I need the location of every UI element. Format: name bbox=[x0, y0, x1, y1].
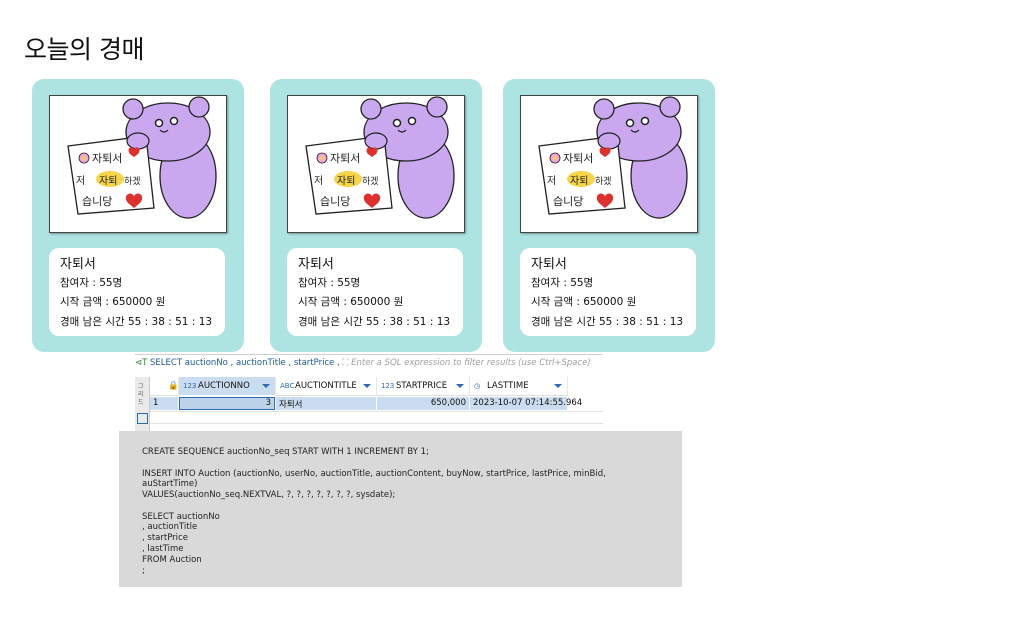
page-title: 오늘의 경매 bbox=[24, 35, 144, 64]
svg-text:습니당: 습니당 bbox=[82, 195, 112, 208]
card-title: 자퇴서 bbox=[531, 257, 567, 272]
code-line: auStartTime) bbox=[142, 479, 198, 489]
filter-query: SELECT auctionNo , auctionTitle , startP… bbox=[150, 358, 340, 368]
card-start-price: 시작 금액 : 650000 원 bbox=[531, 296, 637, 308]
column-header[interactable]: ABC AUCTIONTITLE bbox=[276, 377, 377, 396]
grid-line bbox=[150, 423, 603, 424]
clock-icon: ◷ bbox=[474, 382, 481, 390]
svg-text:자퇴: 자퇴 bbox=[337, 175, 355, 187]
column-header[interactable]: 123 AUCTIONNO bbox=[179, 377, 276, 395]
column-name: AUCTIONTITLE bbox=[295, 381, 357, 391]
svg-text:자퇴: 자퇴 bbox=[99, 175, 117, 187]
card-participants: 참여자 : 55명 bbox=[298, 277, 361, 289]
type-icon: 123 bbox=[381, 382, 395, 390]
card-title: 자퇴서 bbox=[298, 257, 334, 272]
svg-text:저: 저 bbox=[547, 175, 556, 187]
svg-text:저: 저 bbox=[76, 175, 85, 187]
sort-arrow-icon[interactable] bbox=[554, 384, 562, 388]
row-number-header: 🔒 bbox=[150, 377, 179, 396]
column-header[interactable]: ◷ LASTTIME bbox=[470, 377, 568, 396]
svg-text:습니당: 습니당 bbox=[553, 195, 583, 208]
card-participants: 참여자 : 55명 bbox=[531, 277, 594, 289]
card-time-left: 경매 남은 시간 55 : 38 : 51 : 13 bbox=[60, 316, 213, 328]
auction-card[interactable]: 자퇴서 저 자퇴 하겠 습니당 자퇴서 참여자 : 55명 시작 금액 : 65… bbox=[32, 79, 244, 352]
card-image[interactable]: 자퇴서 저 자퇴 하겠 습니당 bbox=[520, 95, 698, 233]
grid-side-tab[interactable]: 그리드 bbox=[135, 377, 150, 431]
filter-placeholder: Enter a SQL expression to filter results… bbox=[351, 358, 591, 368]
code-line: , lastTime bbox=[142, 544, 184, 554]
code-line: , startPrice bbox=[142, 533, 188, 543]
card-info: 자퇴서 참여자 : 55명 시작 금액 : 650000 원 경매 남은 시간 … bbox=[520, 248, 696, 336]
code-line: VALUES(auctionNo_seq.NEXTVAL, ?, ?, ?, ?… bbox=[142, 490, 396, 500]
sql-code-block: CREATE SEQUENCE auctionNo_seq START WITH… bbox=[119, 431, 682, 587]
svg-text:저: 저 bbox=[314, 175, 323, 187]
card-info: 자퇴서 참여자 : 55명 시작 금액 : 650000 원 경매 남은 시간 … bbox=[287, 248, 463, 336]
filter-bar[interactable]: ⊲T SELECT auctionNo , auctionTitle , sta… bbox=[135, 358, 603, 372]
auction-card[interactable]: 자퇴서 저 자퇴 하겠 습니당 자퇴서 참여자 : 55명 시작 금액 : 65… bbox=[270, 79, 482, 352]
row-number[interactable]: 1 bbox=[150, 397, 178, 410]
filter-icon: ⊲T bbox=[135, 358, 148, 368]
sort-arrow-icon[interactable] bbox=[456, 384, 464, 388]
svg-text:하겠: 하겠 bbox=[124, 176, 141, 187]
cell-lasttime[interactable]: 2023-10-07 07:14:55.964 bbox=[470, 397, 582, 410]
card-time-left: 경매 남은 시간 55 : 38 : 51 : 13 bbox=[298, 316, 451, 328]
svg-text:자퇴서: 자퇴서 bbox=[330, 152, 360, 165]
svg-text:하겠: 하겠 bbox=[595, 176, 612, 187]
side-tab-label: 그리드 bbox=[138, 383, 144, 406]
svg-text:자퇴서: 자퇴서 bbox=[563, 152, 593, 165]
card-start-price: 시작 금액 : 650000 원 bbox=[60, 296, 166, 308]
type-icon: ABC bbox=[280, 382, 295, 390]
sort-arrow-icon[interactable] bbox=[363, 384, 371, 388]
card-image-svg: 자퇴서 저 자퇴 하겠 습니당 bbox=[67, 96, 217, 219]
code-line: CREATE SEQUENCE auctionNo_seq START WITH… bbox=[142, 447, 429, 457]
type-icon: 123 bbox=[183, 382, 197, 390]
expand-icon[interactable]: ⛶ bbox=[342, 358, 351, 368]
grid-icon[interactable] bbox=[137, 413, 148, 424]
code-line: ; bbox=[142, 566, 145, 576]
code-line: FROM Auction bbox=[142, 555, 202, 565]
code-line: INSERT INTO Auction (auctionNo, userNo, … bbox=[142, 469, 606, 479]
sort-arrow-icon[interactable] bbox=[262, 384, 270, 388]
card-time-left: 경매 남은 시간 55 : 38 : 51 : 13 bbox=[531, 316, 684, 328]
card-title: 자퇴서 bbox=[60, 257, 96, 272]
code-line: , auctionTitle bbox=[142, 522, 198, 532]
card-start-price: 시작 금액 : 650000 원 bbox=[298, 296, 404, 308]
cell-startprice[interactable]: 650,000 bbox=[377, 397, 469, 410]
cell-auctionno[interactable]: 3 bbox=[179, 397, 275, 410]
code-line: SELECT auctionNo bbox=[142, 512, 220, 522]
db-result-grid: ⊲T SELECT auctionNo , auctionTitle , sta… bbox=[135, 354, 603, 431]
grid-line bbox=[150, 411, 603, 412]
auction-card[interactable]: 자퇴서 저 자퇴 하겠 습니당 자퇴서 참여자 : 55명 시작 금액 : 65… bbox=[503, 79, 715, 352]
card-image-svg: 자퇴서 저 자퇴 하겠 습니당 bbox=[538, 96, 688, 219]
column-header[interactable]: 123 STARTPRICE bbox=[377, 377, 470, 396]
column-name: LASTTIME bbox=[487, 381, 529, 391]
svg-text:자퇴서: 자퇴서 bbox=[92, 152, 122, 165]
svg-text:자퇴: 자퇴 bbox=[570, 175, 588, 187]
card-image[interactable]: 자퇴서 저 자퇴 하겠 습니당 bbox=[287, 95, 465, 233]
card-participants: 참여자 : 55명 bbox=[60, 277, 123, 289]
card-image-svg: 자퇴서 저 자퇴 하겠 습니당 bbox=[305, 96, 455, 219]
svg-text:습니당: 습니당 bbox=[320, 195, 350, 208]
cell-auctiontitle[interactable]: 자퇴서 bbox=[276, 397, 376, 410]
svg-text:하겠: 하겠 bbox=[362, 176, 379, 187]
lock-icon: 🔒 bbox=[168, 381, 179, 391]
column-name: STARTPRICE bbox=[396, 381, 448, 391]
column-name: AUCTIONNO bbox=[198, 381, 250, 391]
card-info: 자퇴서 참여자 : 55명 시작 금액 : 650000 원 경매 남은 시간 … bbox=[49, 248, 225, 336]
card-image[interactable]: 자퇴서 저 자퇴 하겠 습니당 bbox=[49, 95, 227, 233]
